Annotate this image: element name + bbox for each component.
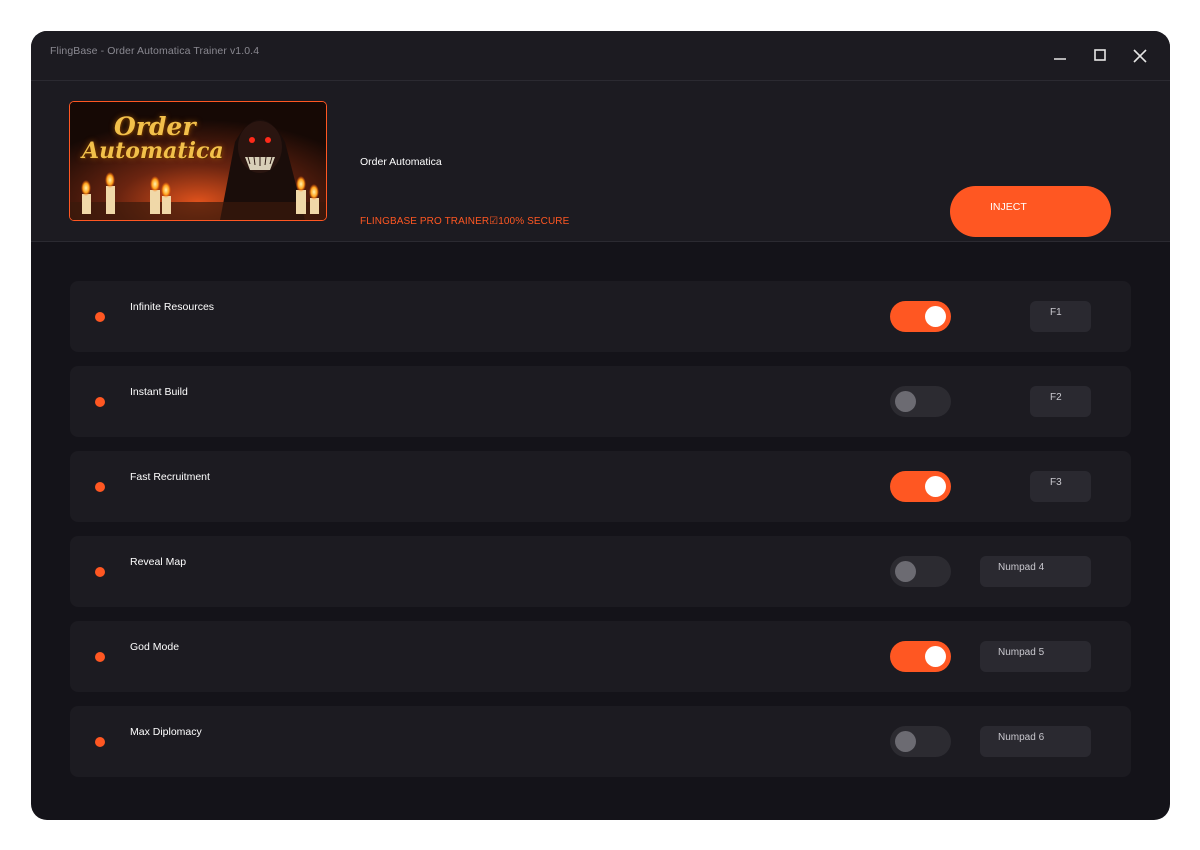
cheat-row: Reveal Map Numpad 4 bbox=[70, 536, 1131, 607]
toggle-knob bbox=[925, 476, 946, 497]
hotkey-button[interactable]: Numpad 4 bbox=[980, 556, 1091, 587]
cheat-row: Instant Build F2 bbox=[70, 366, 1131, 437]
cheat-label: Max Diplomacy bbox=[130, 726, 202, 738]
cheat-toggle[interactable] bbox=[890, 301, 951, 332]
cheat-label: Fast Recruitment bbox=[130, 471, 210, 483]
cheat-label: Reveal Map bbox=[130, 556, 187, 568]
cheat-row: God Mode Numpad 5 bbox=[70, 621, 1131, 692]
inject-button[interactable]: INJECT bbox=[950, 186, 1111, 237]
game-banner-image: Order Automatica bbox=[69, 101, 327, 221]
status-dot-icon bbox=[95, 397, 105, 407]
hotkey-button[interactable]: F1 bbox=[1030, 301, 1091, 332]
cheat-toggle[interactable] bbox=[890, 471, 951, 502]
hotkey-button[interactable]: F2 bbox=[1030, 386, 1091, 417]
cheat-label: Instant Build bbox=[130, 386, 188, 398]
cheat-toggle[interactable] bbox=[890, 726, 951, 757]
hotkey-button[interactable]: F3 bbox=[1030, 471, 1091, 502]
title-bar[interactable]: FlingBase - Order Automatica Trainer v1.… bbox=[31, 31, 1170, 81]
status-dot-icon bbox=[95, 652, 105, 662]
hotkey-button[interactable]: Numpad 5 bbox=[980, 641, 1091, 672]
cheat-toggle[interactable] bbox=[890, 556, 951, 587]
window-title: FlingBase - Order Automatica Trainer v1.… bbox=[50, 45, 260, 57]
close-button[interactable] bbox=[1129, 45, 1151, 67]
cheat-label: Infinite Resources bbox=[130, 301, 215, 313]
maximize-icon bbox=[1094, 49, 1106, 61]
minimize-icon bbox=[1054, 58, 1066, 60]
cheat-toggle[interactable] bbox=[890, 641, 951, 672]
hotkey-button[interactable]: Numpad 6 bbox=[980, 726, 1091, 757]
close-icon bbox=[1133, 49, 1147, 63]
banner-title-line2: Automatica bbox=[82, 138, 224, 164]
game-name: Order Automatica bbox=[360, 156, 442, 168]
status-dot-icon bbox=[95, 482, 105, 492]
toggle-knob bbox=[895, 561, 916, 582]
toggle-knob bbox=[925, 306, 946, 327]
maximize-button[interactable] bbox=[1089, 45, 1111, 67]
game-header: Order Automatica Order Automatica FLINGB… bbox=[31, 81, 1170, 242]
trainer-tagline: FLINGBASE PRO TRAINER☑100% SECURE bbox=[360, 216, 570, 227]
cheat-row: Fast Recruitment F3 bbox=[70, 451, 1131, 522]
status-dot-icon bbox=[95, 567, 105, 577]
toggle-knob bbox=[895, 731, 916, 752]
trainer-window: FlingBase - Order Automatica Trainer v1.… bbox=[31, 31, 1170, 820]
status-dot-icon bbox=[95, 737, 105, 747]
cheat-label: God Mode bbox=[130, 641, 180, 653]
cheat-row: Max Diplomacy Numpad 6 bbox=[70, 706, 1131, 777]
toggle-knob bbox=[925, 646, 946, 667]
cheat-list: Infinite Resources F1 Instant Build F2 Fast … bbox=[70, 281, 1131, 791]
cheat-toggle[interactable] bbox=[890, 386, 951, 417]
cheat-row: Infinite Resources F1 bbox=[70, 281, 1131, 352]
toggle-knob bbox=[895, 391, 916, 412]
minimize-button[interactable] bbox=[1049, 45, 1071, 67]
status-dot-icon bbox=[95, 312, 105, 322]
banner-title-line1: Order bbox=[114, 112, 196, 141]
